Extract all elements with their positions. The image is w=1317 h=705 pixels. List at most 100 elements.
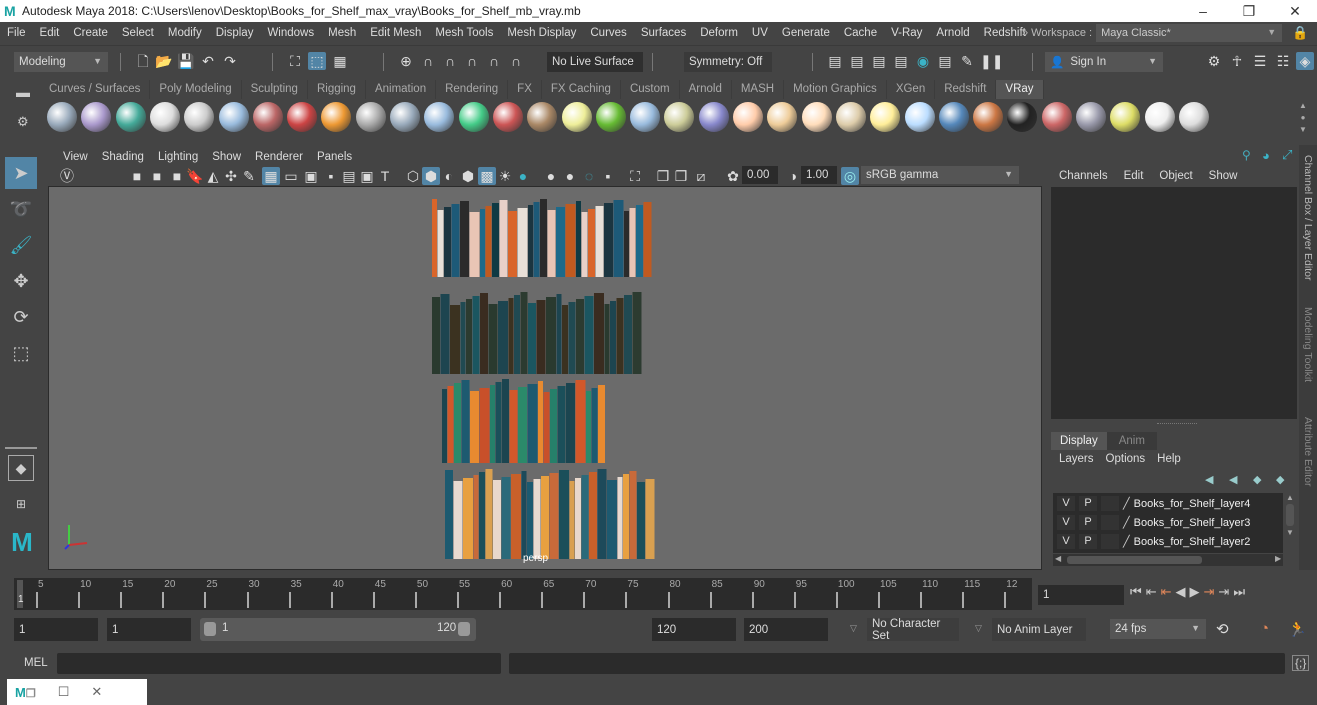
vray-dome-half-icon[interactable] [733, 102, 763, 132]
render-settings-icon[interactable]: ▤ [892, 52, 910, 70]
layers-menu[interactable]: Layers [1053, 453, 1100, 465]
new-scene-icon[interactable]: 🗋 [134, 52, 152, 70]
live-surface-field[interactable]: No Live Surface [547, 52, 643, 72]
redo-icon[interactable]: ↷ [221, 52, 239, 70]
viewport-menu-view[interactable]: View [56, 151, 95, 163]
shelf-tab-fx[interactable]: FX [508, 80, 542, 99]
bookmark-icon[interactable]: 🔖 [186, 167, 204, 185]
loop-icon[interactable]: ⟲ [1216, 620, 1229, 638]
select-component-icon[interactable]: ▦ [331, 52, 349, 70]
command-language-label[interactable]: MEL [24, 657, 48, 669]
vray-logo-icon[interactable] [149, 102, 180, 132]
layer-playback-toggle[interactable]: P [1079, 534, 1097, 549]
menu-file[interactable]: File [0, 27, 33, 39]
smooth-shade-icon[interactable]: ⬢ [422, 167, 440, 185]
minimize-button[interactable]: – [1180, 0, 1226, 22]
move-tool-icon[interactable]: ✥ [5, 265, 37, 297]
shelf-tab-rigging[interactable]: Rigging [308, 80, 366, 99]
shelf-tab-mash[interactable]: MASH [732, 80, 785, 99]
depth-of-field-icon[interactable]: ▪ [599, 167, 617, 185]
layer-row[interactable]: V P ╱ Books_for_Shelf_layer4 [1053, 495, 1283, 512]
command-input[interactable] [57, 653, 501, 674]
vray-fur-icon[interactable] [492, 102, 523, 132]
select-hierarchy-icon[interactable]: ⛶ [286, 52, 304, 70]
shelf-menu-icon[interactable]: ▬ [16, 84, 30, 100]
vray-ball-icon[interactable] [938, 102, 969, 132]
exposure-icon[interactable]: ✿ [724, 167, 742, 185]
paint-select-tool-icon[interactable]: 🖌 [5, 229, 37, 261]
menu-surfaces[interactable]: Surfaces [634, 27, 693, 39]
vray-vrmat-icon[interactable] [973, 102, 1004, 132]
menu-mesh-display[interactable]: Mesh Display [500, 27, 583, 39]
menu-modify[interactable]: Modify [161, 27, 209, 39]
vray-proxy-icon[interactable] [355, 102, 386, 132]
step-forward-frame-icon[interactable]: ⇥ [1204, 584, 1215, 600]
vray-omni-light-icon[interactable] [801, 102, 832, 132]
move-layer-up-icon[interactable]: ◀ [1205, 473, 1213, 486]
snap-live-icon[interactable]: ∩ [507, 52, 525, 70]
current-frame-field[interactable]: 1 [1038, 585, 1124, 605]
human-ik-icon[interactable]: ☥ [1228, 52, 1246, 70]
animation-start-field[interactable]: 1 [14, 618, 98, 641]
playback-end-field[interactable]: 120 [652, 618, 736, 641]
channel-box-icon[interactable]: ◈ [1296, 52, 1314, 70]
hypershade-icon[interactable]: ◉ [914, 52, 932, 70]
gamma-icon[interactable]: ◑ [784, 167, 802, 185]
restore-window-icon[interactable]: ☐ [58, 684, 70, 700]
sign-in-button[interactable]: 👤 Sign In ▼ [1045, 52, 1163, 72]
viewport-menu-lighting[interactable]: Lighting [151, 151, 205, 163]
snap-grid-icon[interactable]: ⊕ [397, 52, 415, 70]
go-to-start-icon[interactable]: ⏮ [1130, 584, 1142, 600]
pause-viewport-icon[interactable]: ❚❚ [980, 52, 1003, 70]
layer-name[interactable]: Books_for_Shelf_layer3 [1134, 517, 1251, 529]
vray-file-icon[interactable] [184, 102, 215, 132]
wireframe-icon[interactable]: ⬡ [404, 167, 422, 185]
layers-options-menu[interactable]: Options [1100, 453, 1152, 465]
play-forward-icon[interactable]: ▶ [1190, 584, 1200, 600]
tab-attribute-editor[interactable]: Attribute Editor [1302, 417, 1314, 486]
shelf-tab-arnold[interactable]: Arnold [680, 80, 732, 99]
channels-menu[interactable]: Channels [1051, 170, 1116, 182]
mode-dropdown[interactable]: Modeling ▼ [14, 52, 108, 72]
grid-icon[interactable]: ▦ [262, 167, 280, 185]
field-chart-icon[interactable]: ▤ [340, 167, 358, 185]
menu-curves[interactable]: Curves [583, 27, 633, 39]
menu-edit[interactable]: Edit [33, 27, 67, 39]
character-set-field[interactable]: No Character Set [867, 618, 959, 642]
lock-camera-icon[interactable]: ■ [148, 167, 166, 185]
shelf-tab-poly-modeling[interactable]: Poly Modeling [150, 80, 242, 99]
wireframe-on-shaded-icon[interactable]: ⬢ [459, 167, 477, 185]
menu-create[interactable]: Create [66, 27, 115, 39]
layer-visibility-toggle[interactable]: V [1057, 515, 1075, 530]
layers-help-menu[interactable]: Help [1151, 453, 1187, 465]
menu-select[interactable]: Select [115, 27, 161, 39]
save-scene-icon[interactable]: 💾 [177, 52, 195, 70]
viewport-persp[interactable]: persp [48, 186, 1042, 570]
chevron-down-icon[interactable]: ▽ [975, 623, 982, 634]
range-start-handle[interactable] [204, 622, 216, 636]
layer-color-icon[interactable]: ╱ [1123, 516, 1130, 529]
shelf-scroll[interactable]: ▲ ● ▼ [1297, 100, 1309, 136]
2d-pan-zoom-icon[interactable]: ✣ [222, 167, 240, 185]
color-management-icon[interactable]: ◎ [841, 167, 859, 185]
layer-list-hscrollbar[interactable]: ◀ ▶ [1053, 554, 1283, 566]
shelf-tab-curves-surfaces[interactable]: Curves / Surfaces [40, 80, 151, 99]
shelf-tab-redshift[interactable]: Redshift [935, 80, 997, 99]
time-slider[interactable]: 5 10 15 20 25 30 35 40 45 50 55 60 65 70 75 80 85 90 95 100… [14, 578, 1032, 610]
render-view-icon[interactable]: ▤ [826, 52, 844, 70]
camera-attributes-icon[interactable]: ■ [168, 167, 186, 185]
layer-name[interactable]: Books_for_Shelf_layer4 [1134, 498, 1251, 510]
layer-tab-display[interactable]: Display [1051, 432, 1107, 450]
step-back-key-icon[interactable]: ⇤ [1146, 584, 1157, 600]
layer-display-type[interactable] [1101, 515, 1119, 530]
film-gate-icon[interactable]: ▭ [282, 167, 300, 185]
snap-surface-icon[interactable]: ∩ [485, 52, 503, 70]
tab-channel-box[interactable]: Channel Box / Layer Editor [1302, 155, 1314, 281]
sync-icon[interactable]: ◕ [1262, 148, 1270, 163]
modeling-toolkit-icon[interactable]: ⚙ [1205, 52, 1223, 70]
snap-point-icon[interactable]: ∩ [441, 52, 459, 70]
layer-color-icon[interactable]: ╱ [1123, 497, 1130, 510]
menu-generate[interactable]: Generate [775, 27, 837, 39]
textured-icon[interactable]: ▩ [478, 167, 496, 185]
vray-sphere-light-icon[interactable] [561, 102, 592, 132]
